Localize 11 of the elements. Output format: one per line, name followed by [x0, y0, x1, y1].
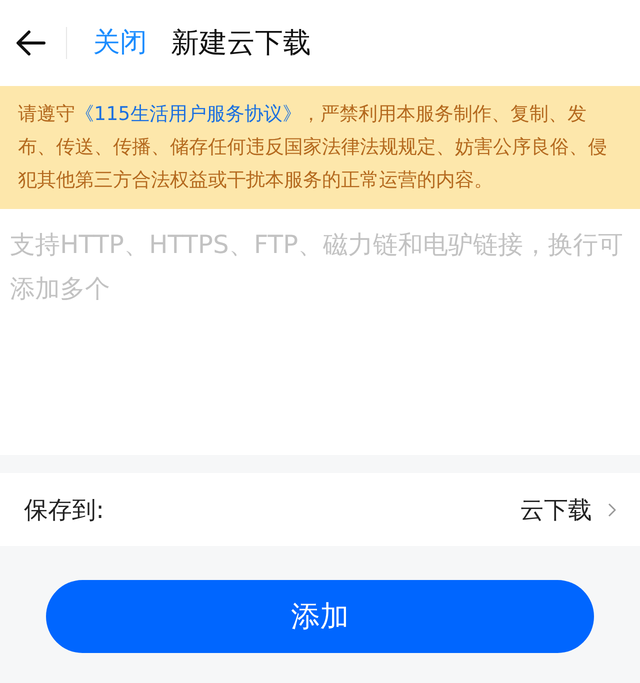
- add-button[interactable]: 添加: [46, 580, 594, 653]
- page-title: 新建云下载: [171, 25, 311, 61]
- save-label: 保存到:: [24, 494, 104, 526]
- save-location-row[interactable]: 保存到: 云下载: [0, 473, 640, 546]
- close-link[interactable]: 关闭: [93, 22, 147, 64]
- back-icon[interactable]: [16, 30, 46, 56]
- save-folder: 云下载: [520, 494, 592, 526]
- chevron-icon: [608, 502, 616, 516]
- agreement-link[interactable]: 《115生活用户服务协议》: [75, 103, 302, 125]
- link-input-field[interactable]: 支持HTTP、HTTPS、FTP、磁力链和电驴链接，换行可添加多个: [0, 209, 640, 455]
- notice-text: 请遵守《115生活用户服务协议》，严禁利用本服务制作、复制、发布、传送、传播、储存任何违反国家法律法规规定、妨害公序良俗、侵犯其他第三方合法权益或干扰本服务的正常运营的内容。: [18, 102, 608, 193]
